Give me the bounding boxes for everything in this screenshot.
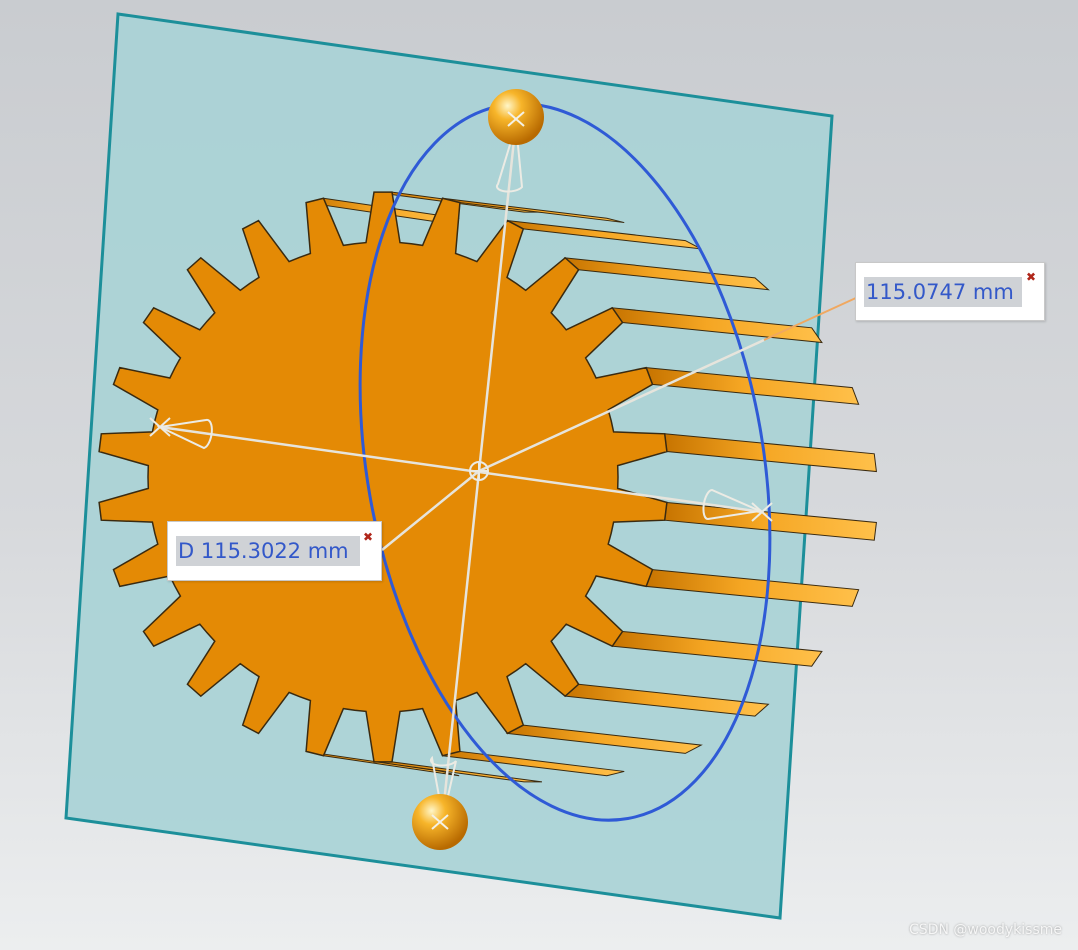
top-drag-handle[interactable] (488, 89, 544, 145)
arc-length-value[interactable]: 115.0747 mm (864, 277, 1022, 307)
graphics-viewport[interactable]: 115.0747 mm ✖ D 115.3022 mm ✖ CSDN @wood… (0, 0, 1078, 950)
arc-length-dimension[interactable]: 115.0747 mm ✖ (855, 262, 1045, 321)
close-icon[interactable]: ✖ (363, 531, 373, 543)
watermark: CSDN @woodykissme (909, 922, 1062, 938)
model-scene[interactable] (0, 0, 1078, 950)
diameter-value[interactable]: D 115.3022 mm (176, 536, 360, 566)
close-icon[interactable]: ✖ (1026, 271, 1036, 283)
center-point-marker[interactable] (469, 461, 489, 481)
diameter-dimension[interactable]: D 115.3022 mm ✖ (167, 521, 382, 581)
